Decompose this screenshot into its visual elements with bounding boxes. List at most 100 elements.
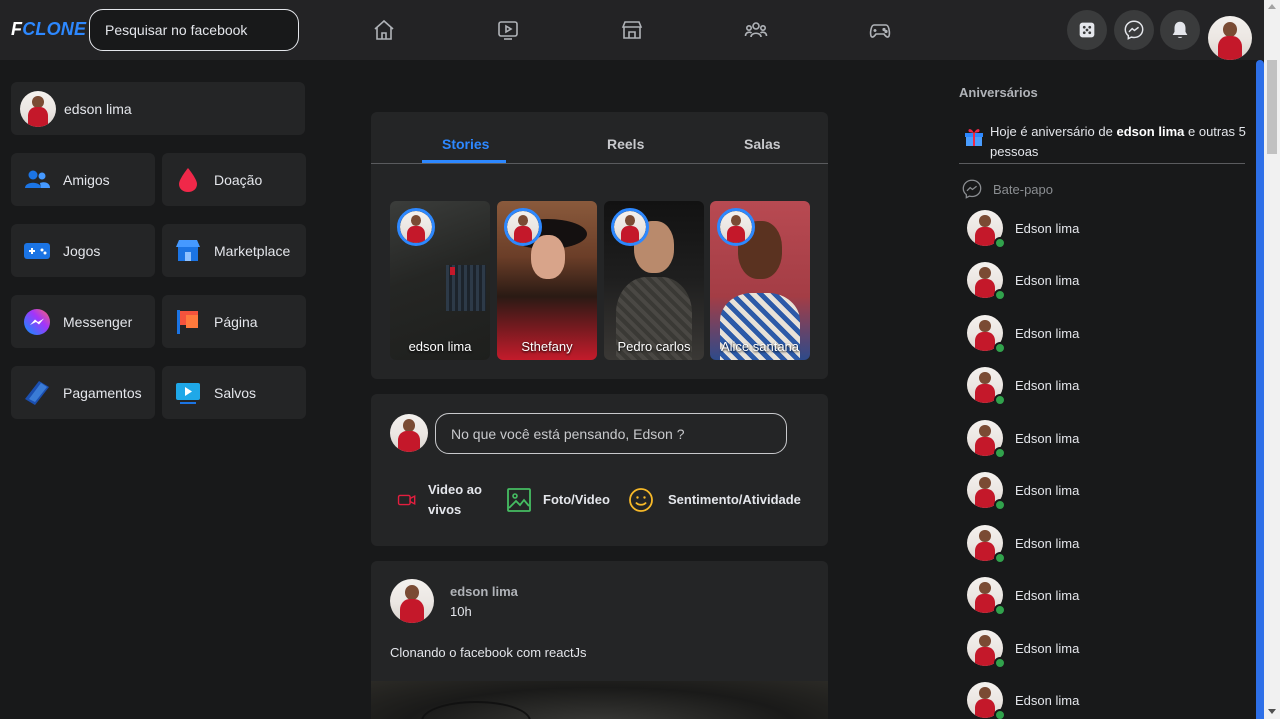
video-icon[interactable] — [495, 18, 521, 42]
sidebar-item-label: Pagamentos — [63, 384, 142, 401]
sidebar-item-messenger[interactable]: Messenger — [11, 295, 155, 348]
sidebar-item-pagamentos[interactable]: Pagamentos — [11, 366, 155, 419]
post-author-name[interactable]: edson lima — [450, 584, 518, 599]
scroll-down-arrow-icon[interactable] — [1268, 709, 1276, 714]
contact-item[interactable]: Edson lima — [967, 682, 1079, 719]
stories-tabs: Stories Reels Salas — [371, 112, 828, 164]
messenger-icon — [22, 307, 52, 337]
sidebar-item-label: Messenger — [63, 313, 133, 330]
birthday-name[interactable]: edson lima — [1116, 124, 1184, 139]
story-name: Sthefany — [521, 339, 573, 354]
sidebar-profile[interactable]: edson lima — [11, 82, 305, 135]
notifications-button[interactable] — [1160, 10, 1200, 50]
birthday-notice[interactable]: Hoje é aniversário de edson lima e outra… — [962, 122, 1247, 162]
contact-item[interactable]: Edson lima — [967, 315, 1080, 354]
action-label-line2: vivos — [428, 502, 462, 517]
contact-item[interactable]: Edson lima — [967, 577, 1080, 616]
story-avatar-ring — [397, 208, 435, 246]
avatar — [507, 211, 539, 243]
chat-title: Bate-papo — [993, 181, 1053, 197]
story-name: edson lima — [408, 339, 472, 354]
saved-icon — [173, 378, 203, 408]
games-icon — [22, 236, 52, 266]
marketplace-icon[interactable] — [619, 18, 645, 42]
post-composer-input[interactable] — [435, 413, 787, 454]
story-item[interactable]: Alice santana — [710, 201, 810, 360]
gaming-icon[interactable] — [867, 18, 893, 42]
feeling-button[interactable]: Sentimento/Atividade — [628, 487, 801, 513]
online-indicator — [994, 447, 1006, 459]
contact-item[interactable]: Edson lima — [967, 367, 1079, 406]
groups-icon[interactable] — [743, 18, 769, 42]
birthday-text: Hoje é aniversário de edson lima e outra… — [990, 122, 1247, 162]
contact-name: Edson lima — [1015, 220, 1080, 236]
sidebar-item-jogos[interactable]: Jogos — [11, 224, 155, 277]
birthdays-title: Aniversários — [959, 85, 1038, 100]
story-name: Alice santana — [720, 339, 800, 354]
chat-header: Bate-papo — [961, 178, 1053, 200]
photo-video-button[interactable]: Foto/Video — [506, 487, 610, 513]
active-tab-indicator — [422, 160, 506, 163]
online-indicator — [994, 552, 1006, 564]
messenger-button[interactable] — [1114, 10, 1154, 50]
action-label-line1: Video ao — [428, 482, 482, 497]
contact-item[interactable]: Edson lima — [967, 472, 1080, 511]
post-image-shape — [421, 701, 531, 719]
contact-name: Edson lima — [1015, 482, 1080, 498]
menu-button[interactable] — [1067, 10, 1107, 50]
contact-item[interactable]: Edson lima — [967, 630, 1079, 669]
contact-name: Edson lima — [1015, 587, 1080, 603]
tab-salas[interactable]: Salas — [744, 136, 781, 152]
online-indicator — [994, 237, 1006, 249]
messenger-icon — [1124, 20, 1144, 40]
post-image[interactable] — [371, 681, 828, 719]
tab-stories[interactable]: Stories — [442, 136, 489, 152]
payments-icon — [22, 378, 52, 408]
online-indicator — [994, 499, 1006, 511]
sidebar-item-pagina[interactable]: Página — [162, 295, 306, 348]
post-card: edson lima 10h Clonando o facebook com r… — [371, 561, 828, 719]
story-avatar-ring — [611, 208, 649, 246]
app-logo[interactable]: FCLONE — [11, 19, 86, 40]
messenger-icon — [962, 179, 982, 199]
contact-item[interactable]: Edson lima — [967, 420, 1080, 459]
sidebar-item-marketplace[interactable]: Marketplace — [162, 224, 306, 277]
birthday-prefix: Hoje é aniversário de — [990, 124, 1117, 139]
contact-item[interactable]: Edson lima — [967, 262, 1080, 301]
search-input[interactable] — [89, 9, 299, 51]
contact-item[interactable]: Edson lima — [967, 210, 1080, 249]
contact-name: Edson lima — [1015, 430, 1080, 446]
sidebar-item-doacao[interactable]: Doação — [162, 153, 306, 206]
stories-card: Stories Reels Salas edson lima Sthefany … — [371, 112, 828, 379]
marketplace-icon — [173, 236, 203, 266]
story-item[interactable]: Pedro carlos — [604, 201, 704, 360]
contact-name: Edson lima — [1015, 325, 1080, 341]
sidebar-item-salvos[interactable]: Salvos — [162, 366, 306, 419]
home-icon[interactable] — [371, 18, 397, 42]
post-author-avatar[interactable] — [390, 579, 434, 623]
notifications-icon — [1172, 21, 1188, 38]
story-item[interactable]: Sthefany — [497, 201, 597, 360]
action-label: Sentimento/Atividade — [668, 492, 801, 507]
feeling-icon — [629, 488, 653, 512]
avatar — [400, 211, 432, 243]
sidebar-item-amigos[interactable]: Amigos — [11, 153, 155, 206]
scroll-up-arrow-icon[interactable] — [1268, 4, 1276, 9]
sidebar-item-label: Página — [214, 313, 258, 330]
page-scrollbar-thumb[interactable] — [1267, 60, 1277, 154]
contact-name: Edson lima — [1015, 535, 1080, 551]
action-label: Foto/Video — [543, 492, 610, 507]
post-timestamp: 10h — [450, 604, 472, 619]
contact-item[interactable]: Edson lima — [967, 525, 1080, 564]
avatar — [390, 414, 428, 452]
story-item[interactable]: edson lima — [390, 201, 490, 360]
account-avatar[interactable] — [1208, 16, 1252, 60]
online-indicator — [994, 657, 1006, 669]
right-panel-scrollbar[interactable] — [1256, 60, 1264, 719]
contact-name: Edson lima — [1015, 272, 1080, 288]
live-video-button[interactable]: Video ao vivos — [397, 480, 482, 520]
online-indicator — [994, 709, 1006, 719]
logo-f: F — [11, 19, 23, 39]
top-navigation-bar: FCLONE — [0, 0, 1264, 60]
tab-reels[interactable]: Reels — [607, 136, 644, 152]
